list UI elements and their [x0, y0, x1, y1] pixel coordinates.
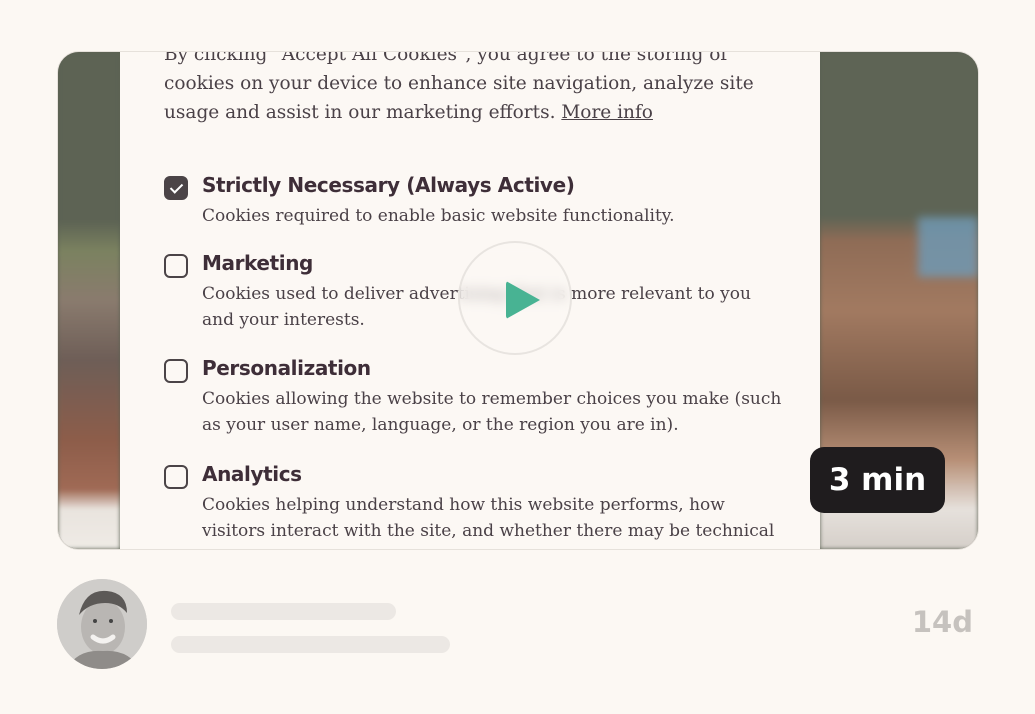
option-title: Personalization	[202, 356, 371, 380]
post-age: 14d	[911, 605, 973, 639]
checkbox-checked-icon[interactable]	[164, 176, 188, 200]
option-description: Cookies helping understand how this webs…	[202, 495, 775, 549]
intro-text-body: By clicking "Accept All Cookies", you ag…	[164, 51, 754, 123]
subtitle-placeholder	[171, 636, 450, 653]
option-title: Strictly Necessary (Always Active)	[202, 173, 575, 197]
duration-badge: 3 min	[810, 447, 945, 513]
option-title: Marketing	[202, 251, 313, 275]
more-info-link[interactable]: More info	[561, 102, 653, 123]
checkbox-icon[interactable]	[164, 254, 188, 278]
user-avatar[interactable]	[57, 579, 147, 669]
checkbox-icon[interactable]	[164, 359, 188, 383]
checkbox-icon[interactable]	[164, 465, 188, 489]
option-description: Cookies required to enable basic website…	[202, 206, 675, 226]
intro-text: By clicking "Accept All Cookies", you ag…	[164, 51, 784, 127]
background-image-left	[58, 52, 120, 549]
option-description: Cookies allowing the website to remember…	[202, 389, 782, 435]
avatar-image	[57, 579, 147, 669]
name-placeholder	[171, 603, 396, 620]
option-title: Analytics	[202, 462, 302, 486]
play-icon[interactable]	[458, 241, 572, 355]
